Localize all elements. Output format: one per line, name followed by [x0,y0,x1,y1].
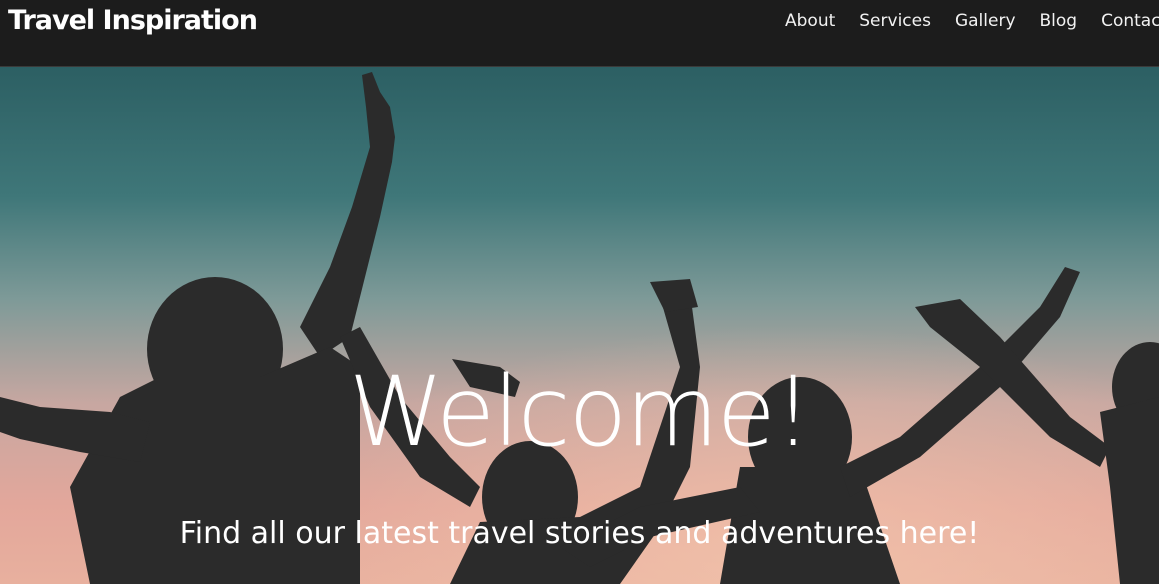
nav-link-contact[interactable]: Contact [1101,10,1159,32]
nav-link-services[interactable]: Services [859,10,931,32]
nav-link-about[interactable]: About [785,10,835,32]
nav-menu: About Services Gallery Blog Contact [785,10,1159,32]
brand-logo-link[interactable]: Travel Inspiration [8,3,258,39]
people-silhouette-sunset-image [0,67,1159,584]
nav-link-blog[interactable]: Blog [1040,10,1078,32]
top-navbar: Travel Inspiration About Services Galler… [0,0,1159,67]
hero-subtitle: Find all our latest travel stories and a… [179,516,980,551]
hero-title: Welcome! [348,356,813,468]
hero-section: Welcome! Find all our latest travel stor… [0,67,1159,584]
nav-link-gallery[interactable]: Gallery [955,10,1016,32]
